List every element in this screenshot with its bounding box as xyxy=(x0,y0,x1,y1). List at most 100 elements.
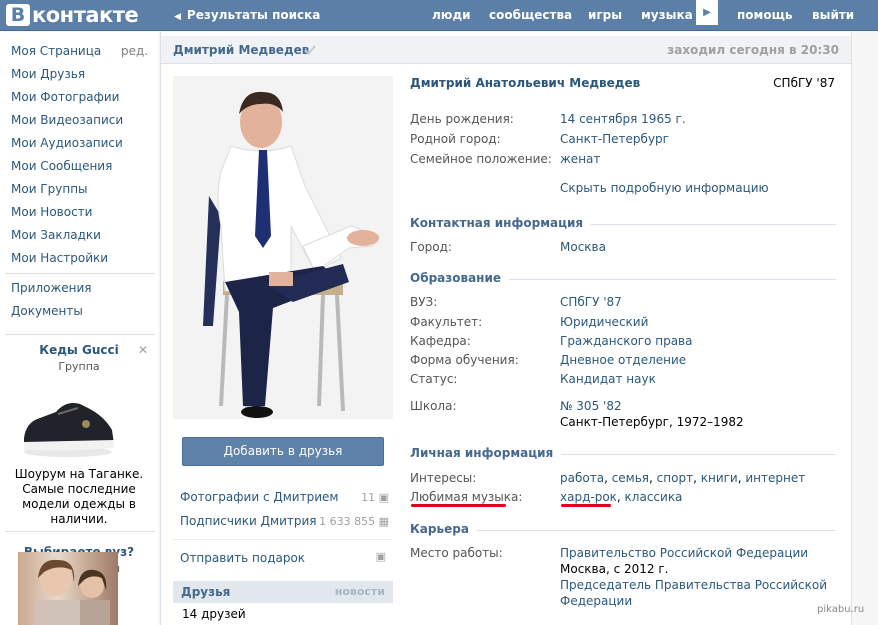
back-to-search-link[interactable]: ◀ Результаты поиска xyxy=(174,0,320,31)
play-icon[interactable]: ▶ xyxy=(696,0,718,25)
red-underline-music-label xyxy=(411,504,506,507)
sidebar-divider xyxy=(5,334,155,335)
subscribers-link[interactable]: Подписчики Дмитрия xyxy=(180,514,317,528)
people-icon: ▦ xyxy=(378,515,389,528)
sidebar-item-groups[interactable]: Мои Группы xyxy=(11,179,88,199)
sidebar-item-messages[interactable]: Мои Сообщения xyxy=(11,156,112,176)
career-section-header: Карьера xyxy=(410,522,836,538)
contact-section-title: Контактная информация xyxy=(410,216,592,230)
ad-subtitle: Группа xyxy=(58,360,100,373)
personal-section-header: Личная информация xyxy=(410,446,836,462)
camera-icon: ▣ xyxy=(378,491,389,504)
school-city-value: Санкт-Петербург, 1972–1982 xyxy=(560,415,744,429)
left-divider xyxy=(173,539,393,540)
photos-count-value: 11 xyxy=(361,491,376,504)
nav-communities[interactable]: сообщества xyxy=(489,0,572,31)
status-label: Статус: xyxy=(410,372,458,386)
ad-title[interactable]: Кеды Gucci xyxy=(0,343,158,357)
school-label: Школа: xyxy=(410,399,457,413)
sidebar-item-videos[interactable]: Мои Видеозаписи xyxy=(11,110,123,130)
interest-link[interactable]: спорт xyxy=(657,471,693,485)
hide-details-link[interactable]: Скрыть подробную информацию xyxy=(560,181,769,195)
profile-full-name: Дмитрий Анатольевич Медведев xyxy=(410,76,641,90)
nav-logout[interactable]: выйти xyxy=(812,0,854,31)
study-form-value[interactable]: Дневное отделение xyxy=(560,353,686,367)
birthday-value[interactable]: 14 сентября 1965 г. xyxy=(560,112,686,126)
music-link[interactable]: хард-рок xyxy=(560,490,617,504)
city-label: Город: xyxy=(410,240,452,254)
subscribers-count: 1 633 855 ▦ xyxy=(319,515,389,528)
hometown-label: Родной город: xyxy=(410,132,501,146)
family-label: Семейное положение: xyxy=(410,152,552,166)
sidebar-item-apps[interactable]: Приложения xyxy=(11,278,92,298)
nav-games[interactable]: игры xyxy=(588,0,622,31)
faculty-label: Факультет: xyxy=(410,315,483,329)
ad-text: Шоурум на Таганке. Самые последние модел… xyxy=(14,467,144,526)
vk-logo-letter: В xyxy=(6,4,30,26)
friends-count[interactable]: 14 друзей xyxy=(182,607,246,621)
ad-image[interactable] xyxy=(18,552,118,625)
close-icon[interactable]: ✕ xyxy=(138,343,148,357)
gift-icon: ▣ xyxy=(375,550,386,563)
music-link[interactable]: классика xyxy=(625,490,683,504)
last-seen-status: заходил сегодня в 20:30 xyxy=(667,43,839,57)
career-section-title: Карьера xyxy=(410,522,477,536)
profile-university-tag[interactable]: СПбГУ '87 xyxy=(773,76,835,90)
sidebar-item-friends[interactable]: Мои Друзья xyxy=(11,64,85,84)
sidebar-item-my-page[interactable]: Моя Страница xyxy=(11,41,101,61)
family-value[interactable]: женат xyxy=(560,152,600,166)
interest-link[interactable]: работа xyxy=(560,471,604,485)
friends-title: Друзья xyxy=(181,585,231,599)
sidebar-item-documents[interactable]: Документы xyxy=(11,301,83,321)
left-sidebar: Моя Страница ред. Мои Друзья Мои Фотогра… xyxy=(0,32,158,625)
red-underline-hard-rock xyxy=(561,504,611,507)
chair-label: Кафедра: xyxy=(410,334,471,348)
friends-news-link[interactable]: новости xyxy=(335,581,385,603)
school-value[interactable]: № 305 '82 xyxy=(560,399,622,413)
subscribers-count-value: 1 633 855 xyxy=(319,515,376,528)
music-label: Любимая музыка: xyxy=(410,490,523,504)
profile-photo[interactable] xyxy=(173,76,393,419)
interest-link[interactable]: интернет xyxy=(745,471,805,485)
sidebar-item-bookmarks[interactable]: Мои Закладки xyxy=(11,225,101,245)
status-value[interactable]: Кандидат наук xyxy=(560,372,656,386)
education-section-header: Образование xyxy=(410,271,836,287)
city-value[interactable]: Москва xyxy=(560,240,606,254)
top-header: В контакте ◀ Результаты поиска люди сообщ… xyxy=(0,0,878,31)
work-position-line-2[interactable]: Федерации xyxy=(560,594,632,608)
interests-value: работа, семья, спорт, книги, интернет xyxy=(560,471,806,485)
nav-music[interactable]: музыка xyxy=(641,0,693,31)
contact-section-header: Контактная информация xyxy=(410,216,836,232)
music-value: хард-рок, классика xyxy=(560,490,683,504)
vk-logo[interactable]: В контакте xyxy=(6,3,139,27)
sidebar-divider xyxy=(5,531,155,532)
sidebar-item-audio[interactable]: Мои Аудиозаписи xyxy=(11,133,123,153)
sneaker-image[interactable] xyxy=(18,378,118,460)
profile-header-bar: Дмитрий Медведев заходил сегодня в 20:30 xyxy=(161,36,851,64)
chair-value[interactable]: Гражданского права xyxy=(560,334,693,348)
sidebar-item-settings[interactable]: Мои Настройки xyxy=(11,248,108,268)
send-gift-link[interactable]: Отправить подарок xyxy=(180,551,305,565)
education-section-title: Образование xyxy=(410,271,510,285)
work-position-line-1[interactable]: Председатель Правительства Российской xyxy=(560,578,827,592)
work-city-value: Москва, с 2012 г. xyxy=(560,562,669,576)
faculty-value[interactable]: Юридический xyxy=(560,315,648,329)
interest-link[interactable]: книги xyxy=(701,471,738,485)
nav-help[interactable]: помощь xyxy=(737,0,792,31)
sidebar-edit-link[interactable]: ред. xyxy=(121,41,148,61)
add-friend-button[interactable]: Добавить в друзья xyxy=(182,437,384,466)
verified-check-icon xyxy=(304,45,316,55)
nav-people[interactable]: люди xyxy=(432,0,471,31)
photos-with-link[interactable]: Фотографии с Дмитрием xyxy=(180,490,338,504)
profile-name-short: Дмитрий Медведев xyxy=(173,43,310,57)
interest-link[interactable]: семья xyxy=(612,471,649,485)
work-label: Место работы: xyxy=(410,546,503,560)
friends-section-header[interactable]: Друзья новости xyxy=(173,581,393,603)
university-value[interactable]: СПбГУ '87 xyxy=(560,295,622,309)
sidebar-divider xyxy=(5,273,155,274)
work-value[interactable]: Правительство Российской Федерации xyxy=(560,546,808,560)
hometown-value[interactable]: Санкт-Петербург xyxy=(560,132,669,146)
sidebar-item-news[interactable]: Мои Новости xyxy=(11,202,92,222)
sidebar-item-photos[interactable]: Мои Фотографии xyxy=(11,87,119,107)
back-to-search-label: Результаты поиска xyxy=(186,8,321,22)
